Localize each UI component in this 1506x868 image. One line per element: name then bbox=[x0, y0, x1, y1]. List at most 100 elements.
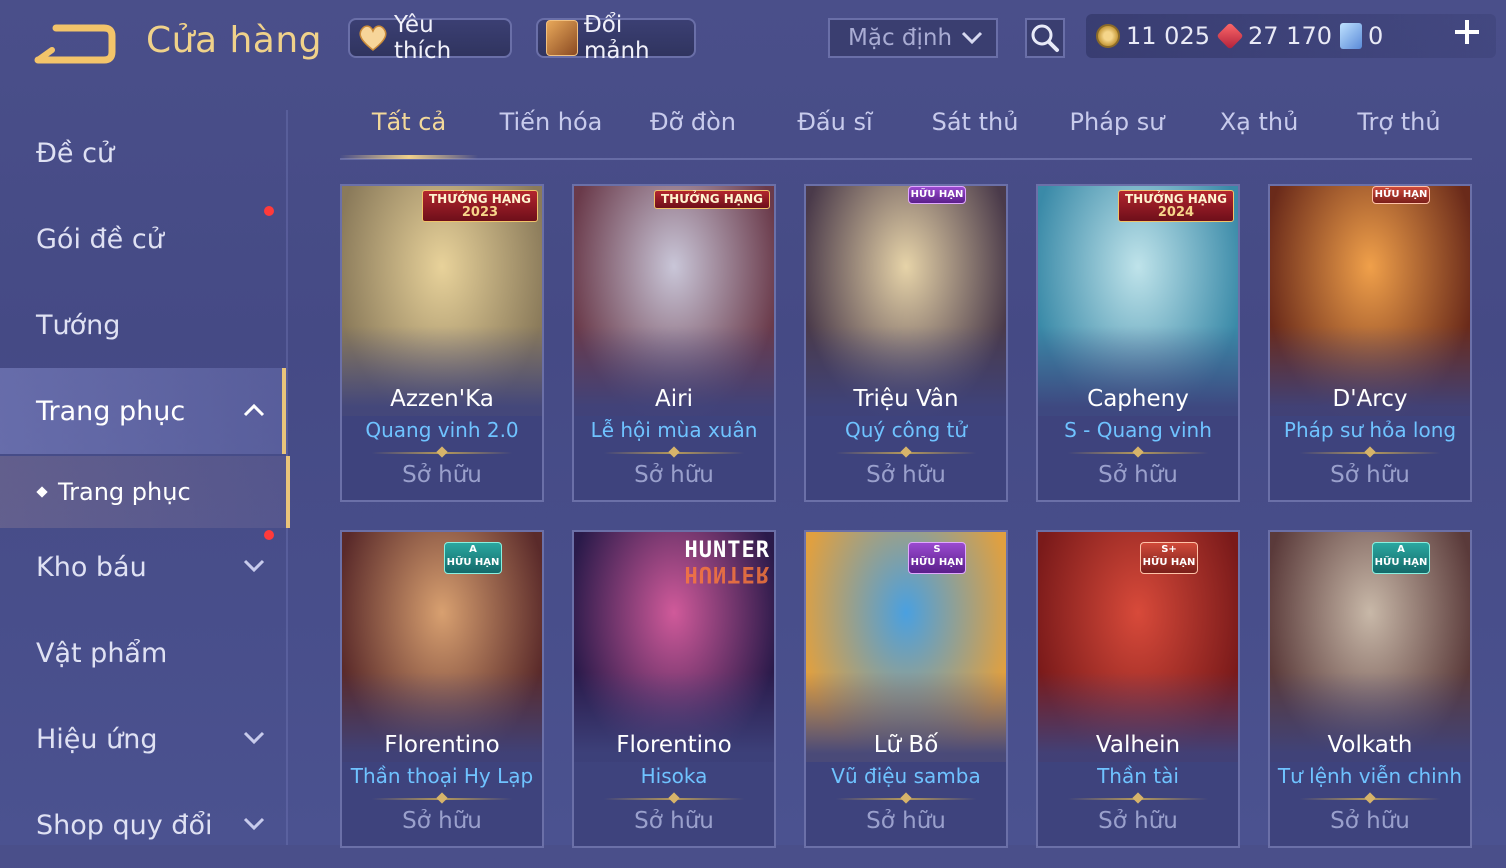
skin-name: Thần tài bbox=[1097, 764, 1179, 788]
back-button[interactable] bbox=[34, 22, 116, 66]
skin-card[interactable]: THƯỞNG HẠNG 2024 Capheny S - Quang vinh S… bbox=[1036, 184, 1240, 502]
topup-plus-button[interactable] bbox=[1450, 18, 1484, 52]
tab-mage[interactable]: Pháp sư bbox=[1048, 108, 1186, 156]
grade-tag: S+ HỮU HẠN bbox=[1140, 542, 1198, 574]
sidebar: Đề cử Gói đề cử Tướng Trang phục Trang p… bbox=[0, 110, 290, 845]
grade-label: A bbox=[469, 544, 477, 555]
chevron-down-icon bbox=[243, 731, 265, 745]
skin-name: Hisoka bbox=[640, 764, 708, 788]
owned-status: Sở hữu bbox=[634, 462, 714, 488]
gold-coin-icon bbox=[1096, 24, 1120, 48]
grade-label: S+ bbox=[1161, 544, 1177, 555]
hunter-x-hunter-logo: HUNTER HUNTER bbox=[684, 538, 770, 587]
limited-label: HỮU HẠN bbox=[1374, 557, 1428, 568]
skin-card[interactable]: A HỮU HẠN Volkath Tư lệnh viễn chinh Sở h… bbox=[1268, 530, 1472, 848]
sidebar-item-label: Đề cử bbox=[36, 137, 115, 169]
quan-huy-icon bbox=[1340, 23, 1362, 49]
sidebar-item-label: Vật phẩm bbox=[36, 637, 168, 669]
skin-card[interactable]: S HỮU HẠN Lữ Bố Vũ điệu samba Sở hữu bbox=[804, 530, 1008, 848]
notification-dot bbox=[264, 530, 274, 540]
card-separator bbox=[836, 446, 976, 458]
hero-name: Capheny bbox=[1087, 386, 1189, 412]
rank-reward-badge: THƯỞNG HẠNG 2024 bbox=[1117, 190, 1234, 222]
rank-reward-badge: THƯỞNG HẠNG bbox=[653, 190, 770, 209]
rank-reward-badge: THƯỞNG HẠNG 2023 bbox=[421, 190, 538, 222]
tab-evolution[interactable]: Tiến hóa bbox=[482, 108, 620, 156]
logo-text: HUNTER bbox=[684, 538, 770, 563]
sidebar-item-exchange-shop[interactable]: Shop quy đổi bbox=[0, 782, 286, 868]
tab-marksman[interactable]: Xạ thủ bbox=[1190, 108, 1328, 156]
skin-name: Vũ điệu samba bbox=[831, 764, 981, 788]
tab-tank[interactable]: Đỡ đòn bbox=[624, 108, 762, 156]
tab-assassin[interactable]: Sát thủ bbox=[906, 108, 1044, 156]
tab-label: Xạ thủ bbox=[1219, 108, 1299, 136]
shard-exchange-button[interactable]: Đổi mảnh bbox=[536, 12, 696, 64]
sidebar-item-heroes[interactable]: Tướng bbox=[0, 282, 286, 368]
card-separator bbox=[1300, 446, 1440, 458]
sidebar-item-skins[interactable]: Trang phục bbox=[0, 368, 286, 454]
hero-name: Florentino bbox=[616, 732, 732, 758]
limited-label: HỮU HẠN bbox=[1142, 557, 1196, 568]
tab-label: Đỡ đòn bbox=[649, 108, 737, 136]
owned-status: Sở hữu bbox=[866, 462, 946, 488]
page-title: Cửa hàng bbox=[146, 20, 323, 61]
sidebar-item-label: Gói đề cử bbox=[36, 223, 164, 255]
hero-name: Azzen'Ka bbox=[390, 386, 494, 412]
sidebar-item-label: Kho báu bbox=[36, 551, 147, 583]
owned-status: Sở hữu bbox=[1098, 462, 1178, 488]
back-arrow-icon bbox=[34, 24, 116, 64]
skin-name: Tư lệnh viễn chinh bbox=[1277, 764, 1463, 788]
notification-dot bbox=[264, 206, 274, 216]
hero-name: Airi bbox=[655, 386, 693, 412]
sidebar-item-label: Shop quy đổi bbox=[36, 809, 213, 841]
card-separator bbox=[372, 792, 512, 804]
grade-label: A bbox=[1397, 544, 1405, 555]
sort-dropdown[interactable]: Mặc định bbox=[828, 18, 998, 58]
tab-support[interactable]: Trợ thủ bbox=[1330, 108, 1468, 156]
skin-card[interactable]: THƯỞNG HẠNG Airi Lễ hội mùa xuân Sở hữu bbox=[572, 184, 776, 502]
skin-card[interactable]: THƯỞNG HẠNG 2023 Azzen'Ka Quang vinh 2.0 … bbox=[340, 184, 544, 502]
card-separator bbox=[604, 792, 744, 804]
sidebar-subitem-skins[interactable]: Trang phục bbox=[0, 456, 290, 528]
owned-status: Sở hữu bbox=[1330, 808, 1410, 834]
gold-currency: 11 025 bbox=[1096, 18, 1210, 54]
skin-card[interactable]: HỮU HẠN D'Arcy Pháp sư hỏa long Sở hữu bbox=[1268, 184, 1472, 502]
top-bar: Cửa hàng Yêu thích Đổi mảnh Mặc định 11 … bbox=[0, 0, 1506, 84]
tab-all[interactable]: Tất cả bbox=[340, 108, 478, 159]
limited-tag: HỮU HẠN bbox=[908, 186, 966, 204]
owned-status: Sở hữu bbox=[1098, 808, 1178, 834]
skin-name: Pháp sư hỏa long bbox=[1283, 418, 1457, 442]
tab-label: Pháp sư bbox=[1069, 108, 1165, 136]
ruby-value: 27 170 bbox=[1248, 22, 1332, 50]
card-separator bbox=[836, 792, 976, 804]
card-separator bbox=[604, 446, 744, 458]
grade-tag: A HỮU HẠN bbox=[444, 542, 502, 574]
favorite-button[interactable]: Yêu thích bbox=[348, 12, 512, 64]
skin-card[interactable]: S+ HỮU HẠN Valhein Thần tài Sở hữu bbox=[1036, 530, 1240, 848]
tab-label: Tất cả bbox=[371, 108, 447, 136]
grade-label: S bbox=[933, 544, 941, 555]
favorite-label: Yêu thích bbox=[393, 12, 452, 64]
chevron-up-icon bbox=[243, 403, 265, 417]
tab-fighter[interactable]: Đấu sĩ bbox=[766, 108, 904, 156]
limited-tag: HỮU HẠN bbox=[1372, 186, 1430, 204]
chevron-down-icon bbox=[961, 31, 983, 45]
skin-card[interactable]: A HỮU HẠN Florentino Thần thoại Hy Lạp Sở… bbox=[340, 530, 544, 848]
owned-status: Sở hữu bbox=[634, 808, 714, 834]
skin-card[interactable]: HỮU HẠN Triệu Vân Quý công tử Sở hữu bbox=[804, 184, 1008, 502]
hero-name: Volkath bbox=[1327, 732, 1413, 758]
skin-card[interactable]: HUNTER HUNTER Florentino Hisoka Sở hữu bbox=[572, 530, 776, 848]
sidebar-item-bundles[interactable]: Gói đề cử bbox=[0, 196, 286, 282]
role-tabs: Tất cả Tiến hóa Đỡ đòn Đấu sĩ Sát thủ Ph… bbox=[340, 108, 1472, 160]
search-icon bbox=[1031, 24, 1059, 52]
hero-name: D'Arcy bbox=[1332, 386, 1408, 412]
skin-name: Quý công tử bbox=[844, 418, 968, 442]
search-button[interactable] bbox=[1025, 18, 1065, 58]
chevron-down-icon bbox=[243, 817, 265, 831]
sidebar-item-treasure[interactable]: Kho báu bbox=[0, 524, 286, 610]
sidebar-item-items[interactable]: Vật phẩm bbox=[0, 610, 286, 696]
sort-value: Mặc định bbox=[848, 25, 953, 51]
tab-label: Tiến hóa bbox=[499, 108, 603, 136]
sidebar-item-recommended[interactable]: Đề cử bbox=[0, 110, 286, 196]
sidebar-item-effects[interactable]: Hiệu ứng bbox=[0, 696, 286, 782]
